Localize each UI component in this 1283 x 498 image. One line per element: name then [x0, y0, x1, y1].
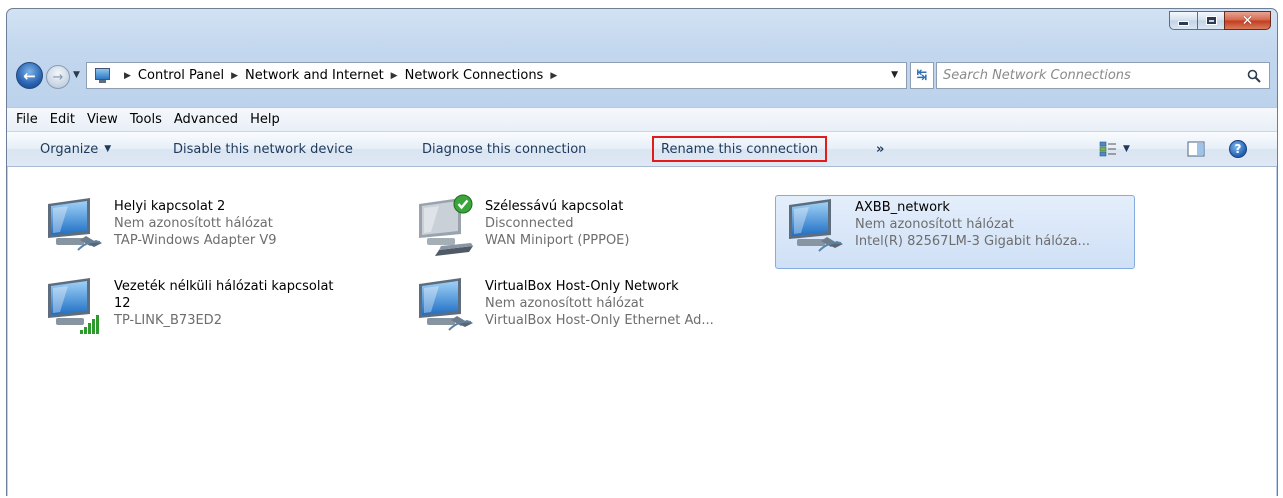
organize-label: Organize — [40, 141, 99, 157]
connection-status: Nem azonosított hálózat — [114, 216, 273, 231]
minimize-icon — [1178, 21, 1189, 26]
menu-help[interactable]: Help — [244, 112, 286, 127]
connection-item-selected[interactable]: AXBB_network Nem azonosított hálózat Int… — [775, 195, 1135, 269]
connection-item[interactable]: Szélessávú kapcsolat Disconnected WAN Mi… — [409, 192, 769, 266]
connection-item[interactable]: VirtualBox Host-Only Network Nem azonosí… — [409, 272, 769, 346]
menu-tools[interactable]: Tools — [124, 112, 168, 127]
menu-file[interactable]: File — [7, 112, 44, 127]
explorer-window: ✕ ← → ▼ ▶ Control Panel ▶ Network and In… — [6, 8, 1278, 496]
change-view-button[interactable]: ▼ — [1099, 132, 1130, 166]
close-button[interactable]: ✕ — [1224, 11, 1271, 30]
diagnose-connection-button[interactable]: Diagnose this connection — [422, 132, 586, 166]
search-input[interactable] — [937, 63, 1245, 88]
wired-network-icon — [48, 198, 102, 251]
back-arrow-icon: ← — [23, 66, 36, 85]
breadcrumb-network-connections[interactable]: Network Connections — [405, 68, 544, 83]
menu-view[interactable]: View — [81, 112, 124, 127]
rename-connection-button[interactable]: Rename this connection — [652, 136, 827, 162]
menu-advanced[interactable]: Advanced — [168, 112, 244, 127]
breadcrumb-network-and-internet[interactable]: Network and Internet — [245, 68, 384, 83]
close-icon: ✕ — [1241, 12, 1254, 29]
wired-network-icon — [419, 278, 473, 331]
connection-device: WAN Miniport (PPPOE) — [485, 233, 630, 248]
view-options-icon — [1099, 141, 1116, 157]
address-dropdown-icon[interactable]: ▼ — [891, 70, 898, 80]
breadcrumb-control-panel[interactable]: Control Panel — [138, 68, 224, 83]
connection-device: Intel(R) 82567LM-3 Gigabit hálóza... — [855, 234, 1090, 249]
connection-name: Szélessávú kapcsolat — [485, 199, 624, 214]
chevron-down-icon: ▼ — [1123, 144, 1130, 154]
more-commands-button[interactable]: » — [876, 132, 884, 166]
connection-status: Nem azonosított hálózat — [485, 296, 644, 311]
breadcrumb-separator-icon[interactable]: ▶ — [231, 71, 238, 81]
connection-name-line2: 12 — [114, 296, 131, 311]
breadcrumb-separator-icon[interactable]: ▶ — [391, 71, 398, 81]
address-bar[interactable]: ▶ Control Panel ▶ Network and Internet ▶… — [86, 62, 907, 89]
preview-pane-icon — [1187, 141, 1205, 157]
command-bar: Organize ▼ Disable this network device D… — [7, 131, 1277, 167]
connection-item[interactable]: Vezeték nélküli hálózati kapcsolat 12 TP… — [38, 272, 398, 346]
help-button[interactable]: ? — [1229, 132, 1247, 166]
control-panel-icon — [93, 67, 111, 85]
breadcrumb-separator-icon[interactable]: ▶ — [124, 71, 131, 81]
maximize-button[interactable] — [1197, 11, 1224, 30]
caption-buttons: ✕ — [1169, 11, 1271, 30]
connection-name: Vezeték nélküli hálózati kapcsolat — [114, 279, 334, 294]
forward-arrow-icon: → — [52, 69, 64, 85]
refresh-icon: ↹ — [916, 68, 928, 83]
preview-pane-button[interactable] — [1187, 132, 1205, 166]
disable-device-button[interactable]: Disable this network device — [173, 132, 353, 166]
connection-device: TP-LINK_B73ED2 — [114, 313, 222, 328]
search-box — [936, 62, 1270, 89]
connection-name: Helyi kapcsolat 2 — [114, 199, 226, 214]
back-button[interactable]: ← — [16, 62, 43, 89]
breadcrumb-separator-icon[interactable]: ▶ — [550, 71, 557, 81]
connection-status: Nem azonosított hálózat — [855, 217, 1014, 232]
organize-button[interactable]: Organize ▼ — [40, 132, 111, 166]
connection-device: TAP-Windows Adapter V9 — [114, 233, 277, 248]
chevron-down-icon: ▼ — [104, 144, 112, 154]
menu-bar: File Edit View Tools Advanced Help — [7, 107, 1277, 131]
forward-button[interactable]: → — [46, 65, 70, 89]
broadband-network-icon — [419, 194, 473, 256]
connection-status: Disconnected — [485, 216, 574, 231]
refresh-button[interactable]: ↹ — [910, 62, 934, 89]
search-icon[interactable] — [1245, 67, 1263, 85]
connection-device: VirtualBox Host-Only Ethernet Ad... — [485, 313, 714, 328]
navigation-row: ← → ▼ ▶ Control Panel ▶ Network and Inte… — [7, 58, 1277, 92]
wireless-network-icon — [48, 278, 99, 334]
maximize-icon — [1205, 16, 1217, 25]
connection-name: VirtualBox Host-Only Network — [485, 279, 679, 294]
wired-network-icon — [789, 199, 843, 252]
connections-list: Helyi kapcsolat 2 Nem azonosított hálóza… — [8, 167, 1276, 496]
recent-pages-dropdown[interactable]: ▼ — [73, 70, 80, 80]
menu-edit[interactable]: Edit — [44, 112, 81, 127]
connection-name: AXBB_network — [855, 200, 950, 215]
minimize-button[interactable] — [1169, 11, 1197, 30]
help-icon: ? — [1229, 140, 1247, 158]
connection-item[interactable]: Helyi kapcsolat 2 Nem azonosított hálóza… — [38, 192, 398, 266]
